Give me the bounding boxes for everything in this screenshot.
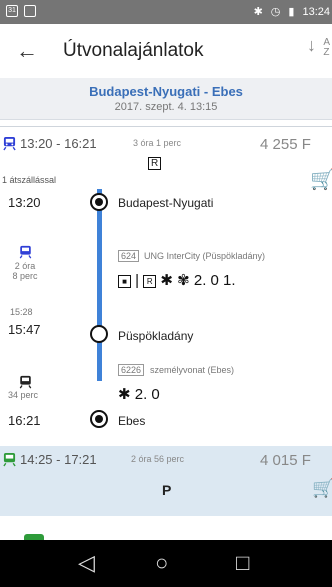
- stop-marker-transfer: [90, 325, 108, 343]
- journey-price: 4 015 F: [260, 452, 311, 469]
- transfer-count: 1 átszállással: [2, 175, 57, 185]
- station-end: Ebes: [118, 414, 146, 428]
- stop-marker-start: [90, 193, 108, 211]
- back-nav-icon[interactable]: ◁: [78, 550, 95, 576]
- sim-icon: 31: [6, 5, 18, 17]
- stop-marker-end: [90, 410, 108, 428]
- leg2-duration: 34 perc: [8, 390, 39, 400]
- navigation-bar: ◁ ○ □: [0, 540, 332, 587]
- station-start: Budapest-Nyugati: [118, 196, 214, 210]
- bluetooth-icon: ✱: [253, 6, 263, 18]
- sort-arrow-icon: ↓: [307, 35, 316, 55]
- train-name: személyvonat (Ebes): [150, 365, 235, 375]
- station-transfer: Püspökladány: [118, 329, 194, 343]
- status-time: 13:24: [302, 5, 330, 18]
- train-number: 624: [118, 250, 140, 262]
- train-icon: [19, 245, 32, 259]
- reservation-badge: P: [162, 482, 172, 498]
- battery-icon: ▮: [288, 6, 295, 18]
- route-line: [97, 189, 102, 381]
- sort-az-button[interactable]: ↓ A Z: [307, 36, 330, 58]
- journey-header[interactable]: 13:20 - 16:21 3 óra 1 perc 4 255 F: [0, 135, 332, 157]
- journey-duration: 2 óra 56 perc: [131, 454, 185, 464]
- train-amenities: ✱ 2. 0: [118, 386, 160, 403]
- home-nav-icon[interactable]: ○: [155, 550, 168, 576]
- journey-card[interactable]: 13:20 - 16:21 3 óra 1 perc 4 255 F 1 áts…: [0, 126, 332, 446]
- wagon-icon: ■: [118, 274, 131, 288]
- app-bar: ← Útvonalajánlatok ↓ A Z: [0, 24, 332, 78]
- train-icon: [3, 453, 16, 467]
- recents-nav-icon[interactable]: □: [236, 550, 249, 576]
- train-amenities: ■ | R ✱ ✾ 2. 0 1.: [118, 271, 236, 289]
- train-name: UNG InterCity (Püspökladány): [144, 251, 266, 261]
- leg1-duration: 2 óra 8 perc: [12, 261, 38, 281]
- image-icon: [24, 5, 36, 17]
- journey-card[interactable]: 14:25 - 17:21 2 óra 56 perc 4 015 F P 🛒: [0, 446, 332, 516]
- route-date: 2017. szept. 4. 13:15: [114, 101, 218, 113]
- transfer-depart-time: 15:47: [8, 322, 41, 337]
- page-title: Útvonalajánlatok: [63, 40, 204, 61]
- train-icon: [3, 137, 16, 151]
- journey-price: 4 255 F: [260, 136, 311, 153]
- transfer-arrive-time: 15:28: [10, 307, 33, 317]
- train-number: 6226: [118, 364, 145, 376]
- route-name: Budapest-Nyugati - Ebes: [89, 84, 243, 99]
- reservation-icon: R: [143, 274, 157, 288]
- reservation-badge: R: [148, 157, 162, 170]
- alarm-icon: ◷: [270, 6, 281, 18]
- journey-duration: 3 óra 1 perc: [133, 138, 182, 148]
- back-arrow-icon[interactable]: ←: [16, 38, 38, 64]
- depart-time: 13:20: [8, 195, 41, 210]
- arrive-time: 16:21: [8, 413, 41, 428]
- status-bar: 31 ✱ ◷ ▮ 13:24: [0, 0, 332, 24]
- local-train-icon: [19, 375, 32, 389]
- journey-time-range: 14:25 - 17:21: [20, 452, 97, 467]
- journey-time-range: 13:20 - 16:21: [20, 136, 97, 151]
- no-cart-icon: 🛒̸: [310, 169, 332, 191]
- route-header: Budapest-Nyugati - Ebes 2017. szept. 4. …: [0, 78, 332, 120]
- cart-icon[interactable]: 🛒: [312, 478, 332, 499]
